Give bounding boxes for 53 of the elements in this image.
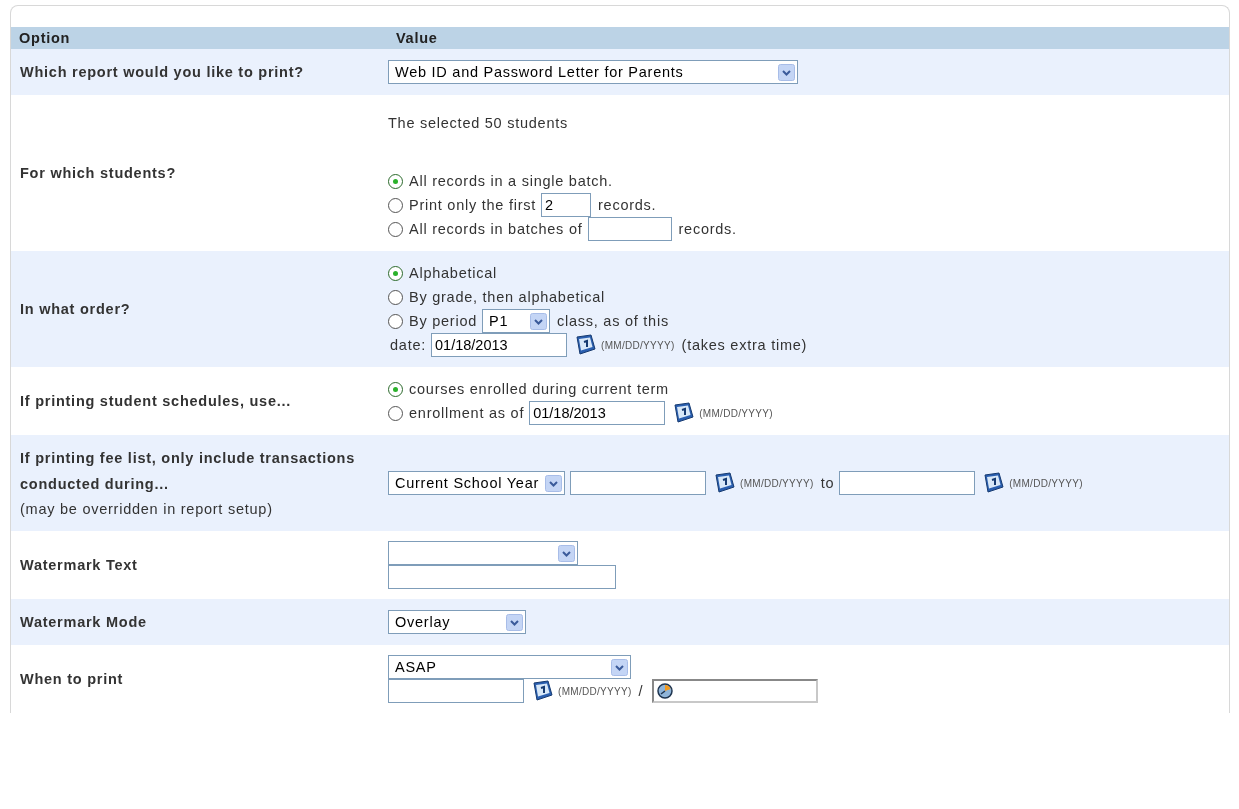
text-field[interactable] xyxy=(388,679,524,703)
date-format-hint: (MM/DD/YYYY) xyxy=(1009,477,1083,489)
text-field[interactable]: 2 xyxy=(541,193,591,217)
option-label: For which students? xyxy=(20,164,178,183)
dropdown[interactable]: Current School Year xyxy=(388,471,566,495)
time-field[interactable] xyxy=(652,679,819,703)
radio-option[interactable]: All records in a single batch. xyxy=(388,173,613,189)
text-field[interactable] xyxy=(570,471,707,495)
selection-note: The selected 50 students xyxy=(388,114,570,133)
option-note: (may be overridden in report setup) xyxy=(20,500,274,519)
radio-option[interactable]: Alphabetical xyxy=(388,265,497,281)
radio-option[interactable]: All records in batches of xyxy=(388,221,583,237)
date-format-hint: (MM/DD/YYYY) xyxy=(740,477,814,489)
option-label: Watermark Mode xyxy=(20,613,148,632)
value-text: records. xyxy=(678,221,737,237)
value-text: to xyxy=(820,475,835,491)
radio-option[interactable]: Print only the first xyxy=(388,197,536,213)
value-text: / xyxy=(638,683,644,699)
date-format-hint: (MM/DD/YYYY) xyxy=(558,685,632,697)
dropdown[interactable]: P1 xyxy=(482,309,550,333)
option-label: Which report would you like to print? xyxy=(20,63,305,82)
option-label: Watermark Text xyxy=(20,556,139,575)
text-field[interactable] xyxy=(388,565,616,589)
option-label: When to print xyxy=(20,670,125,689)
clock-icon xyxy=(657,683,674,699)
option-label: If printing fee list, only include transactions conducted during... xyxy=(20,449,356,494)
text-field[interactable]: 01/18/2013 xyxy=(529,401,666,425)
dropdown[interactable]: ASAP xyxy=(388,655,631,679)
dropdown[interactable]: Overlay xyxy=(388,610,526,634)
dropdown[interactable] xyxy=(388,541,578,565)
value-text: date: xyxy=(390,337,426,353)
value-text: records. xyxy=(598,197,657,213)
date-format-hint: (MM/DD/YYYY) xyxy=(699,407,773,419)
radio-option[interactable]: By grade, then alphabetical xyxy=(388,289,605,305)
text-field[interactable] xyxy=(839,471,976,495)
text-field[interactable]: 01/18/2013 xyxy=(431,333,567,357)
value-text: class, as of this xyxy=(557,313,669,329)
radio-option[interactable]: courses enrolled during current term xyxy=(388,381,669,397)
column-header: Option xyxy=(18,30,72,46)
value-text: (takes extra time) xyxy=(681,337,808,353)
calendar-icon[interactable] xyxy=(574,334,596,356)
text-field[interactable] xyxy=(587,217,672,241)
calendar-icon[interactable] xyxy=(531,680,553,702)
calendar-icon[interactable] xyxy=(982,472,1005,494)
radio-option[interactable]: enrollment as of xyxy=(388,405,525,421)
column-header: Value xyxy=(396,30,438,46)
date-format-hint: (MM/DD/YYYY) xyxy=(601,339,675,351)
radio-option[interactable]: By period xyxy=(388,313,477,329)
calendar-icon[interactable] xyxy=(672,402,695,424)
calendar-icon[interactable] xyxy=(713,472,736,494)
option-label: If printing student schedules, use... xyxy=(20,392,293,411)
option-label: In what order? xyxy=(20,300,132,319)
dropdown[interactable]: Web ID and Password Letter for Parents xyxy=(388,60,798,84)
